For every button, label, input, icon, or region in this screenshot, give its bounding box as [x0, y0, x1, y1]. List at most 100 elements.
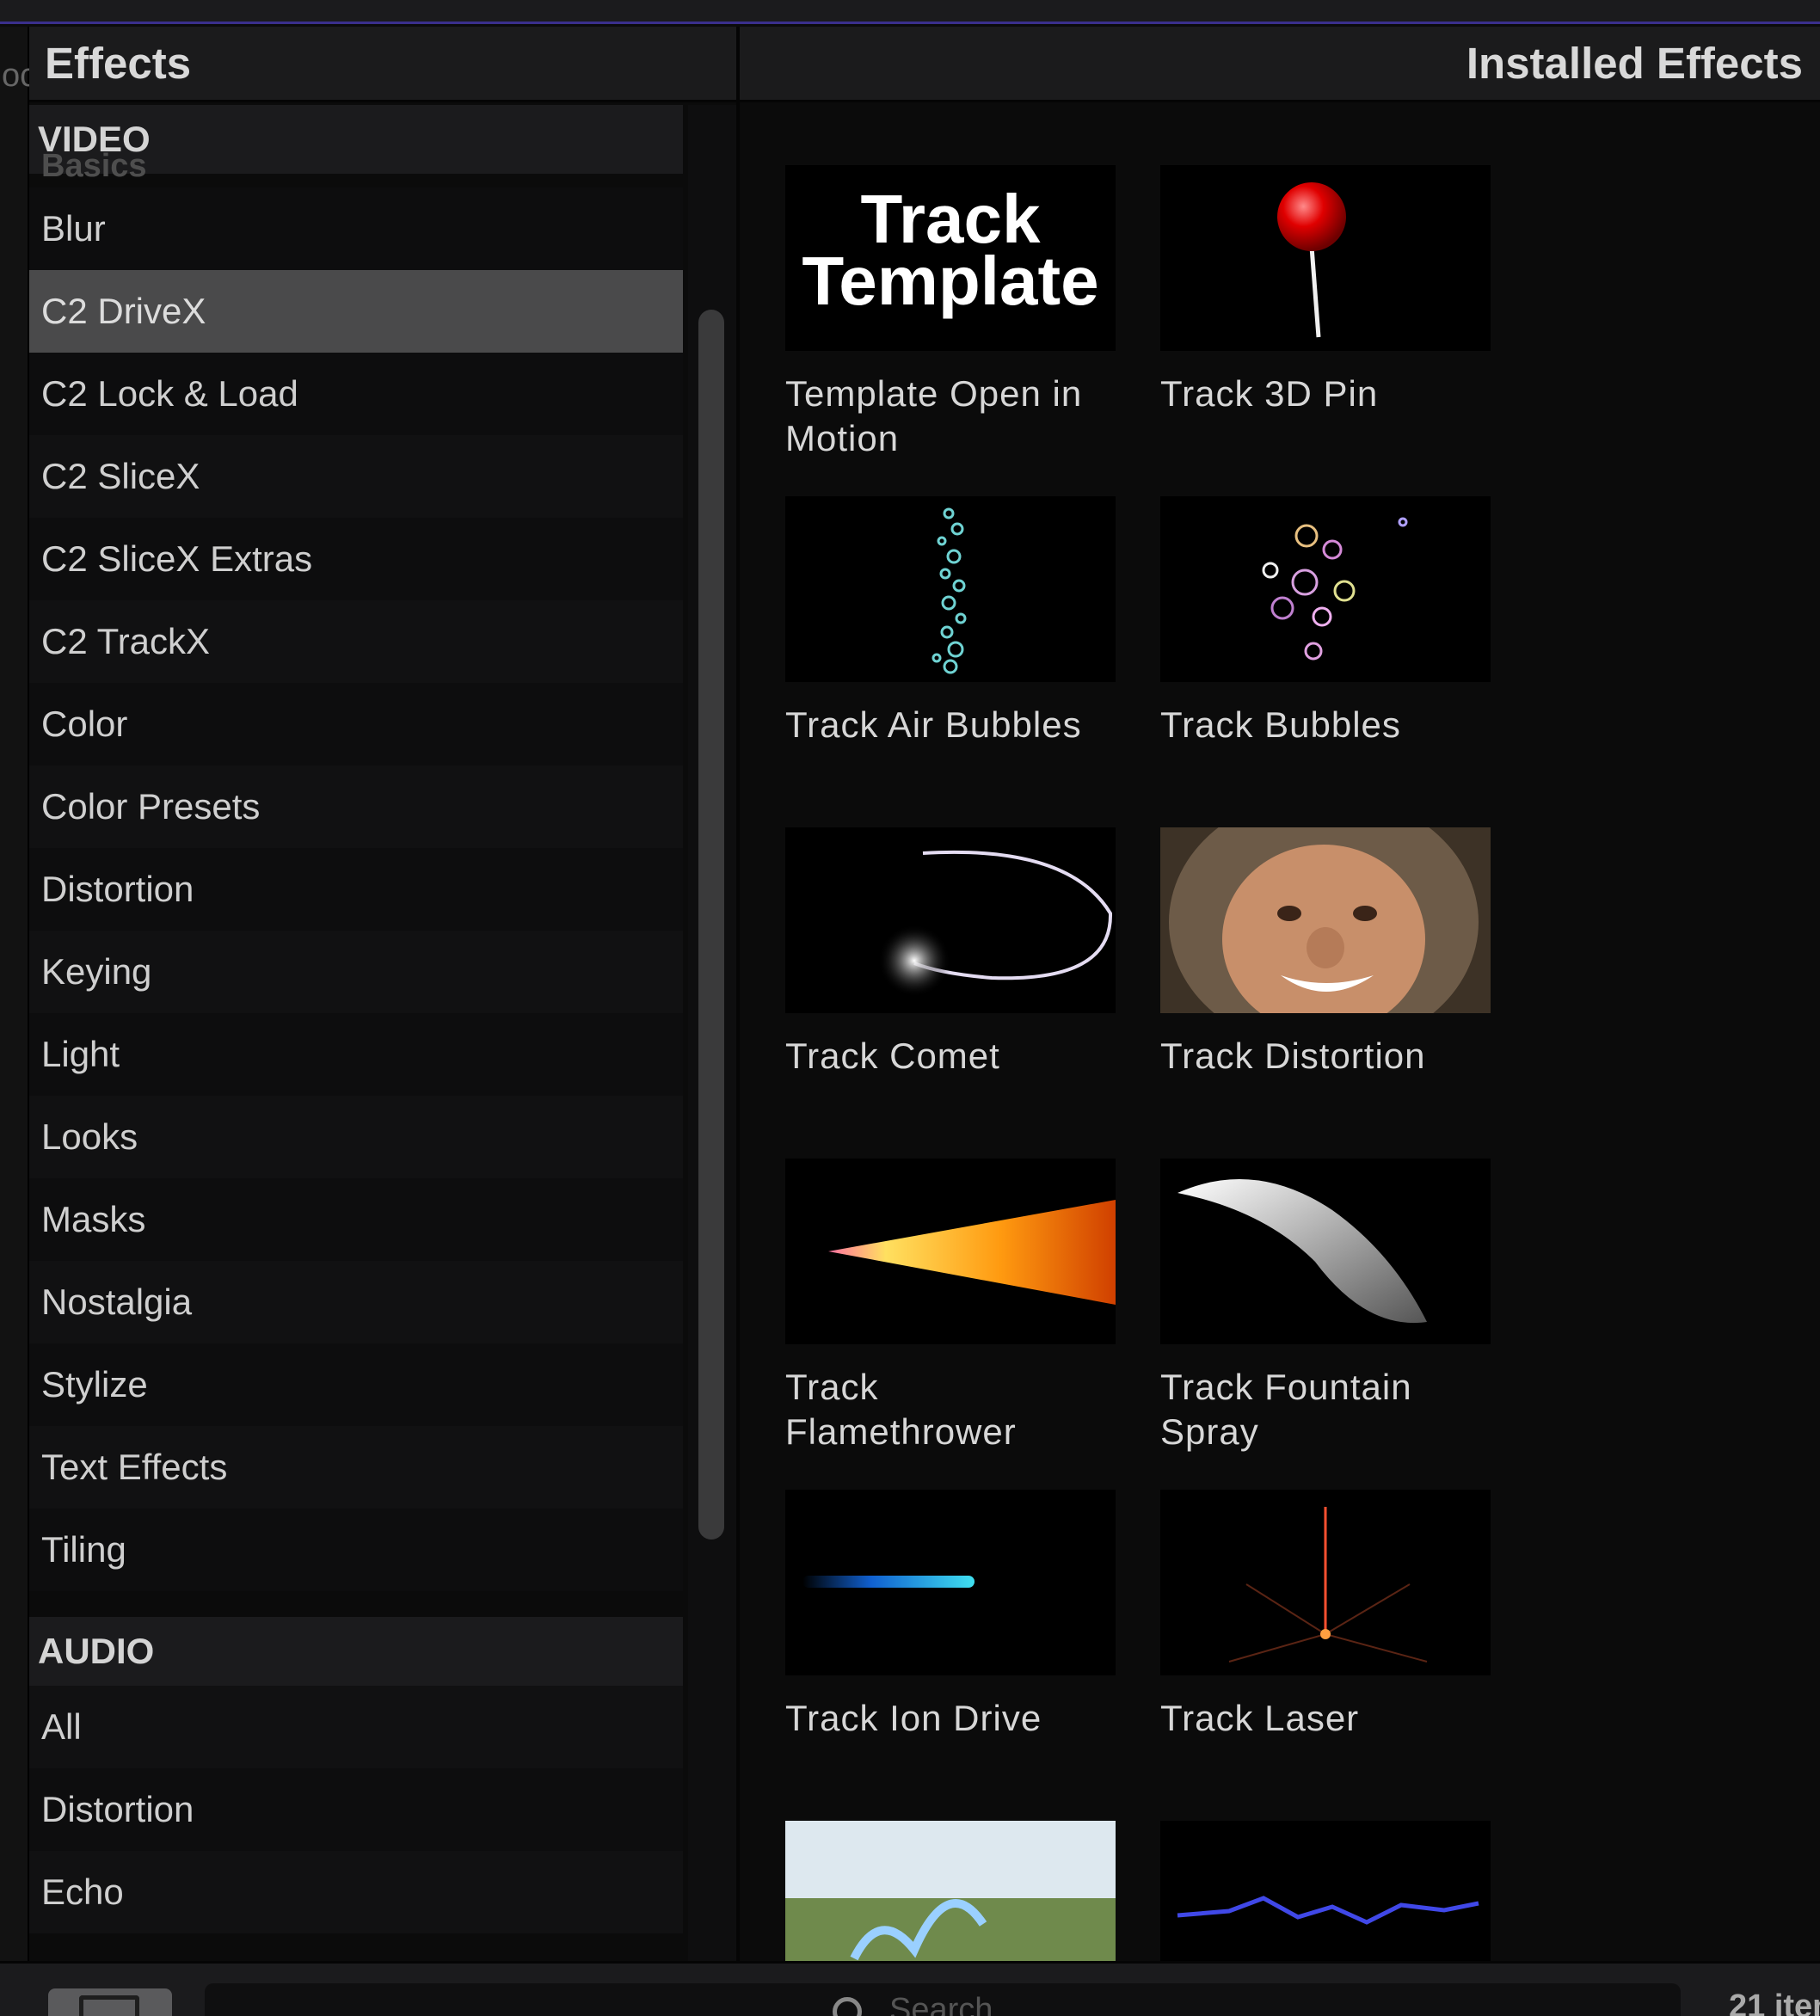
lightning-icon [1177, 1896, 1479, 1925]
sidebar-item-tiling[interactable]: Tiling [29, 1509, 683, 1591]
sidebar-item-text-effects[interactable]: Text Effects [29, 1426, 683, 1509]
sidebar-item-audio-distortion[interactable]: Distortion [29, 1768, 683, 1851]
effect-tile-track-3d-pin[interactable]: Track 3D Pin [1160, 165, 1491, 416]
browser-title: Installed Effects [1466, 39, 1803, 88]
sidebar-title: Effects [45, 39, 192, 88]
effect-tile-partial-1[interactable] [785, 1821, 1116, 1961]
effect-thumbnail [1160, 1821, 1491, 1961]
effect-tile-partial-2[interactable] [1160, 1821, 1491, 1961]
sidebar-item-distortion[interactable]: Distortion [29, 848, 683, 931]
item-count: 21 items [1729, 1988, 1820, 2016]
sidebar-item-audio-echo[interactable]: Echo [29, 1851, 683, 1933]
sidebar-item-stylize[interactable]: Stylize [29, 1343, 683, 1426]
effect-tile-track-distortion[interactable]: Track Distortion [1160, 827, 1491, 1079]
sidebar-item-looks[interactable]: Looks [29, 1096, 683, 1178]
sidebar-item-label: C2 SliceX Extras [41, 538, 313, 579]
effect-tile-track-flamethrower[interactable]: Track Flamethrower [785, 1159, 1116, 1454]
sidebar-item-label: Echo [41, 1872, 124, 1912]
sidebar-item-label: Looks [41, 1116, 138, 1157]
effect-thumbnail [1160, 827, 1491, 1013]
bubbles-icon [1262, 517, 1408, 661]
outdoor-photo-icon [785, 1821, 1116, 1961]
effect-thumbnail [1160, 165, 1491, 351]
sidebar-item-label: Text Effects [41, 1447, 228, 1487]
sidebar-item-c2-lock-load[interactable]: C2 Lock & Load [29, 353, 683, 435]
sidebar-item-masks[interactable]: Masks [29, 1178, 683, 1261]
effect-tile-label: Track Flamethrower [785, 1367, 1017, 1452]
sidebar-item-c2-trackx[interactable]: C2 TrackX [29, 600, 683, 683]
effect-tile-label: Track Fountain Spray [1160, 1367, 1412, 1452]
thumbnail-text-line-2: Template [802, 243, 1098, 319]
fountain-spray-icon [1177, 1179, 1427, 1324]
sidebar-item-label: Stylize [41, 1364, 148, 1404]
effect-tile-track-fountain-spray[interactable]: Track Fountain Spray [1160, 1159, 1491, 1454]
effects-browser-grid: Track Template Template Open in Motion T… [740, 105, 1820, 1961]
sidebar-item-c2-drivex[interactable]: C2 DriveX [29, 270, 683, 353]
search-placeholder: Search [889, 1992, 993, 2016]
effect-tile-label: Track Bubbles [1160, 704, 1401, 745]
effect-thumbnail [785, 496, 1116, 682]
air-bubbles-icon [932, 507, 967, 674]
laser-beam-icon [1228, 1507, 1428, 1663]
sidebar-item-blur[interactable]: Blur [29, 187, 683, 270]
sidebar-toggle-button[interactable] [48, 1988, 172, 2016]
sidebar-scrollbar-thumb[interactable] [698, 310, 724, 1540]
effect-tile-label: Track Comet [785, 1036, 1000, 1076]
flame-icon [828, 1200, 1116, 1305]
effect-tile-track-comet[interactable]: Track Comet [785, 827, 1116, 1079]
sidebar-item-nostalgia[interactable]: Nostalgia [29, 1261, 683, 1343]
search-field[interactable]: Search [205, 1983, 1681, 2016]
effect-tile-label: Track 3D Pin [1160, 373, 1379, 414]
ghost-scrolled-item: Basics [41, 148, 147, 184]
sidebar-item-label: C2 DriveX [41, 291, 206, 331]
effect-tile-track-bubbles[interactable]: Track Bubbles [1160, 496, 1491, 747]
sidebar-item-label: C2 Lock & Load [41, 373, 298, 414]
effect-tile-track-air-bubbles[interactable]: Track Air Bubbles [785, 496, 1116, 747]
sidebar-item-label: Blur [41, 208, 106, 249]
pushpin-icon [1277, 182, 1346, 338]
search-icon [833, 1997, 862, 2016]
sidebar-item-label: All [41, 1706, 82, 1747]
effect-thumbnail [785, 1490, 1116, 1675]
sidebar-toggle-icon [79, 1995, 139, 2016]
section-header-video[interactable]: VIDEO Basics [29, 105, 683, 184]
sidebar-item-label: Keying [41, 951, 152, 992]
sidebar-item-label: Color [41, 704, 128, 744]
sidebar-item-keying[interactable]: Keying [29, 931, 683, 1013]
effect-tile-track-laser[interactable]: Track Laser [1160, 1490, 1491, 1741]
sidebar-header: Effects [29, 27, 736, 102]
section-header-audio[interactable]: AUDIO [29, 1617, 683, 1686]
sidebar-item-label: Distortion [41, 1789, 194, 1829]
sidebar-item-label: Masks [41, 1199, 146, 1239]
sidebar-item-label: Tiling [41, 1529, 126, 1570]
sidebar-item-audio-all[interactable]: All [29, 1686, 683, 1768]
sidebar-item-light[interactable]: Light [29, 1013, 683, 1096]
sidebar-item-color[interactable]: Color [29, 683, 683, 765]
sidebar-item-c2-slicex[interactable]: C2 SliceX [29, 435, 683, 518]
effect-thumbnail [785, 1159, 1116, 1344]
effect-tile-track-ion-drive[interactable]: Track Ion Drive [785, 1490, 1116, 1741]
sidebar-item-label: Distortion [41, 869, 194, 909]
effect-thumbnail [1160, 1490, 1491, 1675]
comet-icon [878, 850, 1113, 997]
sidebar-item-label: C2 SliceX [41, 456, 200, 496]
smiling-face-photo-icon [1160, 827, 1491, 1013]
sidebar-item-color-presets[interactable]: Color Presets [29, 765, 683, 848]
adjacent-panel-edge: oc [0, 27, 36, 2016]
effect-tile-label: Track Distortion [1160, 1036, 1426, 1076]
effects-category-list: VIDEO Basics Blur C2 DriveX C2 Lock & Lo… [29, 105, 683, 1961]
effect-thumbnail [1160, 496, 1491, 682]
ion-beam-icon [802, 1576, 975, 1588]
effect-tile-label: Track Laser [1160, 1698, 1360, 1738]
effect-tile-label: Track Air Bubbles [785, 704, 1082, 745]
track-template-thumbnail-icon: Track Template [802, 181, 1098, 319]
effect-thumbnail [1160, 1159, 1491, 1344]
effect-tile-label: Template Open in Motion [785, 373, 1083, 458]
effect-tile-template-open-in-motion[interactable]: Track Template Template Open in Motion [785, 165, 1116, 461]
sidebar-item-label: Nostalgia [41, 1282, 193, 1322]
window-top-bar [0, 0, 1820, 24]
sidebar-item-c2-slicex-extras[interactable]: C2 SliceX Extras [29, 518, 683, 600]
sidebar-item-label: C2 TrackX [41, 621, 211, 661]
effect-tile-label: Track Ion Drive [785, 1698, 1042, 1738]
effect-thumbnail [785, 827, 1116, 1013]
